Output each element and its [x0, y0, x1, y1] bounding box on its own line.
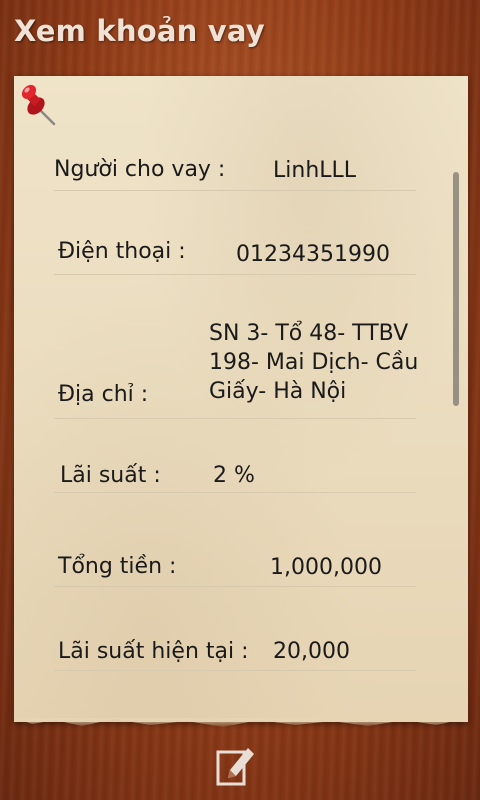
rate-label: Lãi suất : — [60, 463, 161, 488]
lender-value: LinhLLL — [273, 158, 357, 183]
address-value: SN 3- Tổ 48- TTBV 198- Mai Dịch- Cầu Giấ… — [209, 321, 419, 404]
edit-icon[interactable] — [214, 740, 258, 788]
scrollbar[interactable] — [453, 172, 459, 406]
address-row: Địa chỉ : SN 3- Tổ 48- TTBV 198- Mai Dịc… — [54, 316, 418, 419]
phone-label: Điện thoại : — [58, 239, 186, 264]
total-label: Tổng tiền : — [58, 554, 177, 579]
address-label: Địa chỉ : — [58, 382, 149, 407]
page-title: Xem khoản vay — [14, 14, 265, 48]
lender-row: Người cho vay : LinhLLL — [54, 150, 416, 191]
total-row: Tổng tiền : 1,000,000 — [54, 548, 416, 587]
rate-value: 2 % — [213, 463, 255, 488]
current-interest-value: 20,000 — [273, 639, 350, 664]
current-interest-row: Lãi suất hiện tại : 20,000 — [54, 634, 416, 671]
phone-row: Điện thoại : 01234351990 — [54, 232, 416, 275]
pushpin-icon — [21, 84, 56, 126]
phone-value: 01234351990 — [236, 242, 390, 267]
total-value: 1,000,000 — [270, 555, 382, 580]
current-interest-label: Lãi suất hiện tại : — [58, 639, 249, 664]
rate-row: Lãi suất : 2 % — [54, 457, 416, 493]
lender-label: Người cho vay : — [54, 157, 226, 182]
